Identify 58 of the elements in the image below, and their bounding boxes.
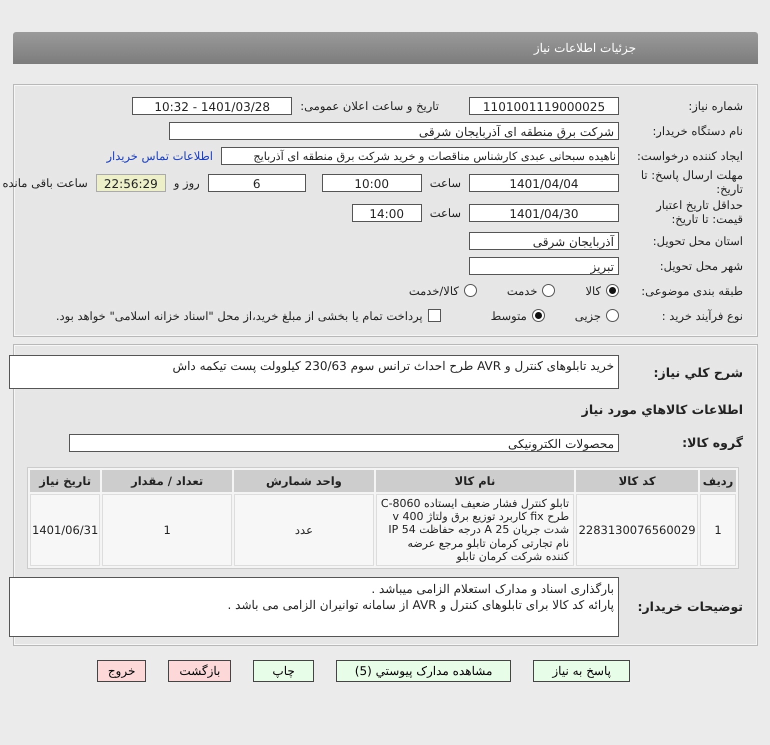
date-field: 1401/04/04 [469, 174, 619, 192]
description-field: خرید تابلوهای کنترل و AVR طرح احداث ترانس سوم 230/63 کیلوولت پست تیکمه داش [9, 355, 619, 389]
field-label: شرح کلي نياز: [652, 364, 744, 380]
field-label: تاریخ و ساعت اعلان عمومی: [300, 98, 439, 112]
radio-button[interactable] [606, 309, 619, 322]
table-cell: 1401/06/31 [30, 494, 100, 566]
field-label: استان محل تحویل: [652, 234, 744, 248]
radio-button[interactable] [464, 284, 477, 297]
field-label: نام دستگاه خریدار: [651, 124, 744, 138]
table-cell: 1 [700, 494, 736, 566]
date-field: 1401/04/30 [469, 204, 619, 222]
table-cell: 1 [102, 494, 232, 566]
action-button[interactable]: بازگشت [168, 660, 232, 682]
radio-label: کالا/خدمت [408, 284, 459, 298]
table-cell: 2283130076560029 [576, 494, 698, 566]
field-label: ساعت باقی مانده [2, 176, 88, 190]
field-label: مهلت ارسال پاسخ: تا تاریخ: [640, 169, 744, 197]
radio-button[interactable] [532, 309, 545, 322]
action-button[interactable]: مشاهده مدارک پیوستي (5) [336, 660, 512, 682]
column-header: ردیف [700, 470, 736, 492]
column-header: تاریخ نیاز [30, 470, 100, 492]
column-header: کد کالا [576, 470, 698, 492]
field-label: شماره نیاز: [687, 98, 744, 112]
countdown-field: 22:56:29 [96, 174, 166, 192]
section-title: اطلاعات کالاهاي مورد نياز [582, 402, 743, 417]
field-label: روز و [174, 176, 200, 190]
radio-label: کالا [585, 284, 601, 298]
table-cell: تابلو کنترل فشار ضعیف ایستاده C-8060 طرح fix کاربرد توزیع برق ولتاژ 400 v شدت جریان 25 A درجه حفاظت IP 54 نام تجارتی کرمان تابلو مرجع عرضه کننده شرکت کرمان تابلو [376, 494, 574, 566]
time-field: 14:00 [352, 204, 422, 222]
action-button[interactable]: پاسخ به نیاز [533, 660, 630, 682]
checkbox[interactable] [428, 309, 441, 322]
field-label: توضیحات خریدار: [636, 599, 744, 614]
field-label: نوع فرآیند خرید : [660, 308, 744, 322]
contact-link[interactable]: اطلاعات تماس خریدار [106, 148, 213, 162]
table-cell: عدد [234, 494, 374, 566]
field-label: شهر محل تحویل: [658, 258, 744, 272]
note-line: پارائه کد کالا برای تابلوهای کنترل و AVR از سامانه توانیران الزامی می باشد . [226, 596, 614, 613]
column-header: واحد شمارش [234, 470, 374, 492]
radio-label: جزیی [574, 308, 601, 322]
action-button[interactable]: چاپ [253, 660, 314, 682]
column-header: نام کالا [376, 470, 574, 492]
field-label: حداقل تاریخ اعتبار قیمت: تا تاریخ: [654, 199, 744, 227]
field-label: ساعت [430, 176, 461, 190]
radio-label: متوسط [490, 308, 527, 322]
days-field: 6 [208, 174, 306, 192]
field-label: ساعت [430, 206, 461, 220]
radio-button[interactable] [542, 284, 556, 297]
note-line: بارگذاری اسناد و مدارک استعلام الزامی میباشد . [370, 580, 614, 597]
field-label: ایجاد کننده درخواست: [636, 148, 744, 162]
column-header: تعداد / مقدار [102, 470, 232, 492]
radio-label: خدمت [506, 284, 538, 298]
field-label: گروه کالا: [681, 435, 744, 450]
radio-button[interactable] [606, 284, 619, 297]
checkbox-label: پرداخت تمام یا بخشی از مبلغ خرید،از محل "اسناد خزانه اسلامی" خواهد بود. [56, 308, 423, 322]
page-title: جزئیات اطلاعات نیاز [534, 41, 636, 55]
field-label: طبقه بندی موضوعی: [640, 284, 744, 298]
time-field: 10:00 [322, 174, 422, 192]
action-button[interactable]: خروج [96, 660, 146, 682]
